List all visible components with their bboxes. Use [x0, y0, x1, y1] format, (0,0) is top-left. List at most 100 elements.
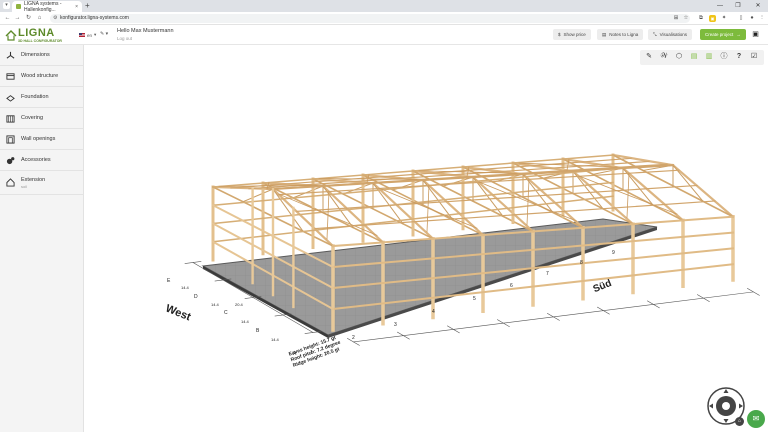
extension-1-icon[interactable]: ⧉ [697, 14, 705, 23]
covering-icon [6, 114, 15, 123]
new-tab-button[interactable]: + [85, 1, 90, 11]
chat-icon[interactable]: ✉ [747, 410, 765, 428]
segment-label: 14.4 [241, 319, 249, 324]
axis-number-6: 6 [510, 283, 513, 289]
axis-number-7: 7 [546, 271, 549, 277]
axis-number-9: 9 [612, 250, 615, 256]
layer-icon[interactable]: ▤ [688, 51, 700, 63]
tab-title: LIGNA systems - Hallenkonfig... [24, 0, 62, 13]
sidebar-item-extension[interactable]: Extension soil [0, 171, 84, 195]
sidebar-item-label: Extension [21, 176, 46, 183]
3d-canvas[interactable]: West Süd Eaves height: 15.7 gt Roof pitc… [85, 45, 768, 432]
help-icon[interactable]: ? [733, 51, 745, 63]
favicon-icon [16, 4, 21, 9]
browser-tab-bar: ▾ LIGNA systems - Hallenkonfig... × + — … [0, 0, 768, 13]
info-icon[interactable]: ⓘ [718, 51, 730, 63]
segment-label: 20.4 [235, 302, 243, 307]
arrow-right-icon: → [736, 32, 741, 37]
sidebar-item-accessories[interactable]: Accessories [0, 150, 84, 171]
logo-house-icon [5, 30, 17, 41]
visualisation-icon: ⤡ [653, 32, 657, 37]
axis-number-4: 4 [432, 309, 435, 315]
axis-label-E: E [167, 278, 171, 284]
visualisations-label: Visualisations [659, 32, 688, 37]
bookmark-star-icon[interactable]: ☆ [682, 14, 690, 23]
extensions-icon[interactable]: ✦ [720, 14, 728, 23]
close-window-button[interactable]: ✕ [750, 0, 766, 12]
cart-icon[interactable]: ▣ [751, 30, 760, 39]
timber-beam [371, 181, 435, 241]
greeting-text: Hello Max Mustermann [117, 28, 174, 34]
minimize-button[interactable]: — [712, 0, 728, 12]
maximize-button[interactable]: ❐ [730, 0, 746, 12]
forward-icon[interactable]: → [13, 14, 22, 23]
notes-button[interactable]: ▤ Notes to Ligna [597, 29, 644, 40]
us-flag-icon [79, 33, 85, 37]
logo-word: LIGNA [18, 27, 55, 39]
notes-label: Notes to Ligna [609, 32, 639, 37]
dollar-icon: $ [558, 32, 561, 37]
sidebar-item-wood-structure[interactable]: Wood structure [0, 66, 84, 87]
sidebar-item-sublabel: soil [21, 183, 28, 189]
segment-label: 14.4 [271, 337, 279, 342]
signature-icon[interactable]: 𝒲 [658, 51, 670, 63]
language-selector[interactable]: en ▾ [79, 32, 96, 38]
profile-icon[interactable]: ● [748, 14, 756, 23]
axis-number-3: 3 [394, 322, 397, 328]
logo-subtitle: 3D HALL CONFIGURATOR [18, 39, 62, 43]
url-text: konfigurator.ligna-systems.com [60, 15, 129, 21]
home-icon[interactable]: ⌂ [35, 14, 44, 23]
create-project-button[interactable]: Create project → [700, 29, 746, 40]
sidebar-item-label: Wall openings [21, 136, 56, 142]
browser-menu-icon[interactable]: ⋮ [758, 14, 766, 23]
timber-beam [471, 175, 535, 233]
create-project-label: Create project [705, 32, 734, 37]
axis-label-C: C [224, 310, 228, 316]
logout-link[interactable]: Log out [117, 36, 174, 41]
axis-number-8: 8 [580, 260, 583, 266]
sidebar-item-foundation[interactable]: Foundation [0, 87, 84, 108]
sidebar-item-dimensions[interactable]: Dimensions [0, 45, 84, 66]
axis-number-5: 5 [473, 296, 476, 302]
foundation-icon [6, 94, 15, 102]
checklist-icon[interactable]: ☑ [748, 51, 760, 63]
visualisations-button[interactable]: ⤡ Visualisations [648, 29, 693, 40]
sidebar-item-label: Wood structure [21, 73, 59, 79]
show-price-button[interactable]: $ Show price [553, 29, 591, 40]
wall-openings-icon [6, 134, 15, 144]
browser-tab[interactable]: LIGNA systems - Hallenkonfig... × [12, 0, 82, 13]
sidepanel-icon[interactable]: ▯ [737, 14, 745, 23]
edit-dropdown[interactable]: ✎ ▾ [100, 31, 108, 37]
layer-outline-icon[interactable]: ▥ [703, 51, 715, 63]
hall-3d-model [184, 153, 760, 346]
chevron-down-icon: ▾ [104, 31, 109, 37]
extension-2-icon[interactable]: ▣ [709, 15, 716, 22]
url-input[interactable]: ⚙ konfigurator.ligna-systems.com [50, 14, 690, 23]
axis-label-B: B [256, 328, 260, 334]
axis-number-2: 2 [352, 335, 355, 341]
ligna-logo[interactable]: LIGNA 3D HALL CONFIGURATOR [5, 28, 75, 43]
sidebar-item-label: Foundation [21, 94, 49, 100]
note-icon: ▤ [602, 31, 607, 37]
cube-icon[interactable]: ⬡ [673, 51, 685, 63]
tab-search-icon[interactable]: ▾ [3, 2, 10, 9]
reload-icon[interactable]: ↻ [24, 14, 33, 23]
translate-icon[interactable]: ⊞ [672, 14, 680, 23]
compass-lock-icon[interactable]: ⌂ [735, 417, 744, 426]
sidebar-item-wall-openings[interactable]: Wall openings [0, 129, 84, 150]
wood-structure-icon [6, 72, 15, 80]
pen-icon[interactable]: ✎ [643, 51, 655, 63]
back-icon[interactable]: ← [3, 14, 12, 23]
axis-label-D: D [194, 294, 198, 300]
address-bar-row: ← → ↻ ⌂ ⚙ konfigurator.ligna-systems.com… [0, 12, 768, 25]
app-header: LIGNA 3D HALL CONFIGURATOR en ▾ ✎ ▾ Hell… [0, 25, 768, 45]
show-price-label: Show price [563, 32, 586, 37]
language-code: en [87, 32, 93, 38]
tab-close-icon[interactable]: × [75, 4, 78, 10]
accessories-icon [6, 156, 15, 164]
chevron-down-icon: ▾ [94, 32, 97, 37]
segment-label: 14.4 [181, 285, 189, 290]
sidebar-item-label: Dimensions [21, 52, 50, 58]
sidebar-item-covering[interactable]: Covering [0, 108, 84, 129]
site-info-icon[interactable]: ⚙ [53, 14, 57, 23]
